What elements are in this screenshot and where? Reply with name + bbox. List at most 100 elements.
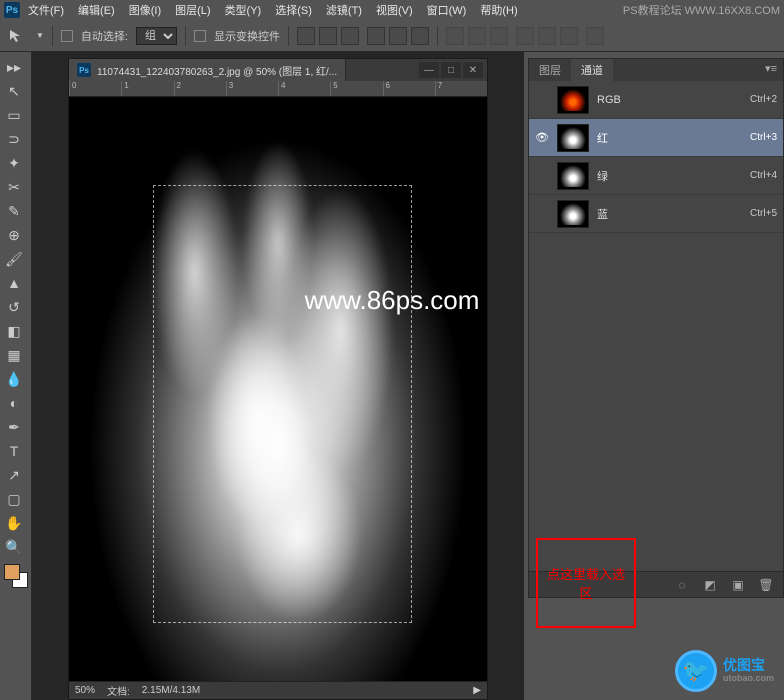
channel-shortcut: Ctrl+5 [750, 208, 777, 219]
menu-window[interactable]: 窗口(W) [427, 2, 467, 18]
load-selection-icon[interactable]: ◌ [673, 577, 691, 593]
move-tool-icon [8, 28, 28, 44]
bird-icon: 🐦 [675, 650, 717, 692]
menu-file[interactable]: 文件(F) [28, 2, 64, 18]
distribute-right-icon [560, 27, 578, 45]
close-button[interactable]: ✕ [463, 62, 483, 78]
type-tool-icon[interactable]: T [2, 440, 26, 462]
flame-image [69, 97, 487, 681]
document-status-bar: 50% 文档: 2.15M/4.13M ▶ [69, 681, 487, 699]
eraser-tool-icon[interactable]: ◧ [2, 320, 26, 342]
channel-shortcut: Ctrl+3 [750, 132, 777, 143]
zoom-level[interactable]: 50% [75, 685, 95, 696]
menubar: Ps 文件(F) 编辑(E) 图像(I) 图层(L) 类型(Y) 选择(S) 滤… [0, 0, 784, 20]
channel-row-blue[interactable]: 蓝 Ctrl+5 [529, 195, 783, 233]
menu-select[interactable]: 选择(S) [275, 2, 312, 18]
wand-tool-icon[interactable]: ✦ [2, 152, 26, 174]
canvas-content[interactable] [69, 97, 487, 681]
maximize-button[interactable]: □ [441, 62, 461, 78]
app-icon: Ps [4, 2, 20, 18]
auto-select-label: 自动选择: [81, 28, 128, 44]
channel-name: 绿 [597, 168, 742, 184]
stamp-tool-icon[interactable]: ▲ [2, 272, 26, 294]
channel-row-red[interactable]: 👁 红 Ctrl+3 [529, 119, 783, 157]
selection-marquee [153, 185, 412, 623]
history-brush-tool-icon[interactable]: ↺ [2, 296, 26, 318]
align-right-icon[interactable] [411, 27, 429, 45]
visibility-toggle[interactable]: 👁 [535, 131, 549, 145]
channel-row-green[interactable]: 绿 Ctrl+4 [529, 157, 783, 195]
panel-menu-icon[interactable]: ▾≡ [759, 59, 783, 81]
pen-tool-icon[interactable]: ✒ [2, 416, 26, 438]
align-left-icon[interactable] [367, 27, 385, 45]
channel-thumb-rgb [557, 86, 589, 114]
align-vcenter-icon[interactable] [319, 27, 337, 45]
channel-name: 红 [597, 130, 742, 146]
eyedropper-tool-icon[interactable]: ✎ [2, 200, 26, 222]
auto-select-checkbox[interactable] [61, 30, 73, 42]
marquee-tool-icon[interactable]: ▭ [2, 104, 26, 126]
channel-row-rgb[interactable]: RGB Ctrl+2 [529, 81, 783, 119]
visibility-toggle[interactable] [535, 207, 549, 221]
tools-toolbar: ▸▸ ↖ ▭ ⊃ ✦ ✂ ✎ ⊕ 🖌 ▲ ↺ ◧ ▦ 💧 ◐ ✒ T ↗ ▢ ✋… [0, 52, 32, 700]
distribute-bottom-icon [490, 27, 508, 45]
channel-thumb-red [557, 124, 589, 152]
foreground-color-swatch[interactable] [4, 564, 20, 580]
brush-tool-icon[interactable]: 🖌 [2, 248, 26, 270]
document-title: 11074431_122403780263_2.jpg @ 50% (图层 1,… [97, 63, 337, 78]
show-transform-checkbox[interactable] [194, 30, 206, 42]
document-tab[interactable]: Ps 11074431_122403780263_2.jpg @ 50% (图层… [69, 59, 346, 81]
distribute-left-icon [516, 27, 534, 45]
panel-tabs: 图层 通道 ▾≡ [529, 59, 783, 81]
tab-toggle-icon[interactable]: ▸▸ [2, 56, 26, 78]
shape-tool-icon[interactable]: ▢ [2, 488, 26, 510]
align-bottom-icon[interactable] [341, 27, 359, 45]
heal-tool-icon[interactable]: ⊕ [2, 224, 26, 246]
ps-badge-icon: Ps [77, 63, 91, 77]
distribute-vcenter-icon [468, 27, 486, 45]
doc-size-label: 文档: [107, 683, 130, 698]
logo-url: utobao.com [723, 674, 774, 684]
channel-list: RGB Ctrl+2 👁 红 Ctrl+3 绿 Ctrl+4 [529, 81, 783, 233]
menu-layer[interactable]: 图层(L) [175, 2, 210, 18]
delete-channel-icon[interactable]: 🗑 [757, 577, 775, 593]
document-tab-bar: Ps 11074431_122403780263_2.jpg @ 50% (图层… [69, 59, 487, 81]
distribute-hcenter-icon [538, 27, 556, 45]
zoom-tool-icon[interactable]: 🔍 [2, 536, 26, 558]
visibility-toggle[interactable] [535, 169, 549, 183]
document-window: Ps 11074431_122403780263_2.jpg @ 50% (图层… [68, 58, 488, 700]
hand-tool-icon[interactable]: ✋ [2, 512, 26, 534]
channel-name: 蓝 [597, 206, 742, 222]
tab-channels[interactable]: 通道 [571, 59, 613, 81]
menu-view[interactable]: 视图(V) [376, 2, 413, 18]
minimize-button[interactable]: — [419, 62, 439, 78]
color-swatches[interactable] [2, 564, 29, 594]
align-hcenter-icon[interactable] [389, 27, 407, 45]
options-bar: ▼ 自动选择: 组 显示变换控件 [0, 20, 784, 52]
move-tool-icon[interactable]: ↖ [2, 80, 26, 102]
options-dropdown-icon[interactable]: ▼ [36, 31, 44, 40]
canvas-area: Ps 11074431_122403780263_2.jpg @ 50% (图层… [32, 52, 524, 700]
blur-tool-icon[interactable]: 💧 [2, 368, 26, 390]
menu-filter[interactable]: 滤镜(T) [326, 2, 362, 18]
gradient-tool-icon[interactable]: ▦ [2, 344, 26, 366]
auto-select-dropdown[interactable]: 组 [136, 27, 177, 45]
channel-thumb-green [557, 162, 589, 190]
distribute-top-icon [446, 27, 464, 45]
align-top-icon[interactable] [297, 27, 315, 45]
dodge-tool-icon[interactable]: ◐ [2, 392, 26, 414]
crop-tool-icon[interactable]: ✂ [2, 176, 26, 198]
menu-help[interactable]: 帮助(H) [480, 2, 517, 18]
path-tool-icon[interactable]: ↗ [2, 464, 26, 486]
lasso-tool-icon[interactable]: ⊃ [2, 128, 26, 150]
watermark-top: PS教程论坛 WWW.16XX8.COM [623, 2, 780, 18]
menu-image[interactable]: 图像(I) [129, 2, 161, 18]
menu-type[interactable]: 类型(Y) [225, 2, 262, 18]
doc-size-value: 2.15M/4.13M [142, 685, 200, 696]
new-channel-icon[interactable]: ▣ [729, 577, 747, 593]
visibility-toggle[interactable] [535, 93, 549, 107]
logo-bottom: 🐦 优图宝 utobao.com [675, 650, 774, 692]
menu-edit[interactable]: 编辑(E) [78, 2, 115, 18]
save-selection-icon[interactable]: ◩ [701, 577, 719, 593]
tab-layers[interactable]: 图层 [529, 59, 571, 81]
